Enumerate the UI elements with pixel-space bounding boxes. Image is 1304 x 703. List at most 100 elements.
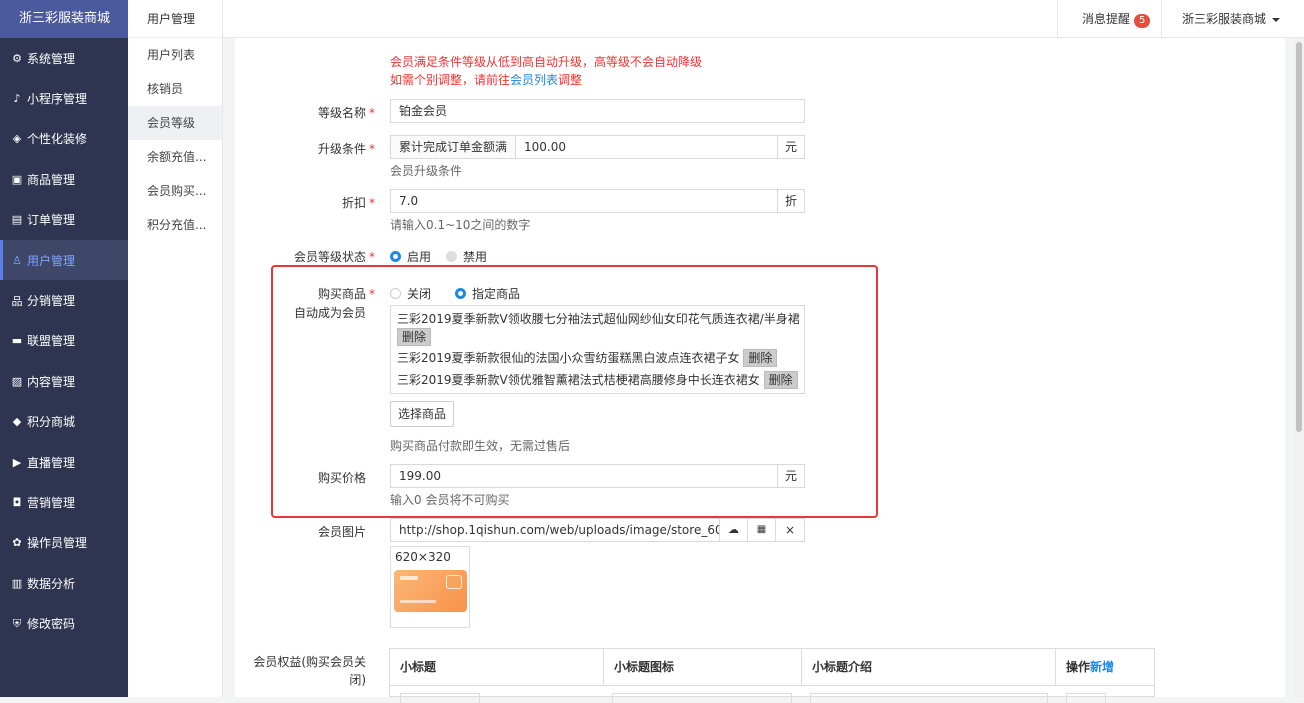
sidebar-item-label: 商品管理 <box>27 172 76 187</box>
sub-nav-item[interactable]: 核销员 <box>128 72 222 106</box>
sidebar-item-label: 小程序管理 <box>27 92 88 107</box>
chevron-down-icon <box>1272 17 1281 22</box>
price-unit: 元 <box>777 464 805 488</box>
shield-icon: ⛨ <box>12 616 22 630</box>
required-mark: * <box>369 196 375 210</box>
upgrade-amount-input[interactable]: 100.00 <box>515 135 778 159</box>
level-name-input[interactable]: 铂金会员 <box>390 99 805 123</box>
sidebar-item-label: 用户管理 <box>27 253 76 268</box>
price-help: 输入0 会员将不可购买 <box>390 493 510 507</box>
buy-off-label: 关闭 <box>407 287 432 301</box>
scrollbar-thumb[interactable] <box>1296 42 1302 432</box>
messages-dropdown[interactable]: 消息提醒 5 <box>1057 0 1161 60</box>
actions-label: 操作 <box>1066 660 1091 674</box>
messages-badge: 5 <box>1134 14 1151 28</box>
sidebar-item-label: 个性化装修 <box>27 132 88 147</box>
content-icon: ▨ <box>11 374 23 388</box>
image-label: 会员图片 <box>317 525 366 539</box>
sidebar-item[interactable]: 品分销管理 <box>0 280 128 320</box>
choose-product-button[interactable]: 选择商品 <box>390 401 454 427</box>
sidebar-item-label: 联盟管理 <box>27 334 76 349</box>
discount-unit: 折 <box>777 189 805 213</box>
product-name: 三彩2019夏季新款V领优雅智薰裙法式桔梗裙高腰修身中长连衣裙女 <box>397 373 760 387</box>
chart-icon: ▥ <box>11 576 23 590</box>
order-icon: ▤ <box>11 213 23 227</box>
sidebar-item-label: 分销管理 <box>27 294 76 309</box>
close-icon[interactable]: × <box>775 518 805 542</box>
sidebar-item-label: 操作员管理 <box>27 536 88 551</box>
sidebar-item[interactable]: ▬ 联盟管理 <box>0 321 128 361</box>
sidebar-item[interactable]: ⚙ 系统管理 <box>0 38 128 78</box>
sidebar: 浙三彩服装商城 ⚙ 系统管理 ♪ 小程序管理 ◈ 个性化装修 ▣ 商品管理 ▤ 订单管理 ♙ 用户管理… <box>0 0 128 697</box>
notice-line2: 如需个别调整，请前往会员列表调整 <box>390 71 582 88</box>
add-benefit-link[interactable]: 新增 <box>1090 660 1114 674</box>
scrollbar[interactable] <box>1294 38 1304 697</box>
image-preview: 620×320 <box>390 546 470 628</box>
col-subtitle-intro: 小标题介绍 <box>802 649 1056 685</box>
sub-nav-item[interactable]: 用户列表 <box>128 38 222 72</box>
col-actions: 操作新增 <box>1056 649 1156 685</box>
notice-prefix: 如需个别调整，请前往 <box>390 73 511 87</box>
sidebar-item[interactable]: ◈ 个性化装修 <box>0 119 128 159</box>
sidebar-item-label: 修改密码 <box>27 617 76 632</box>
sidebar-item[interactable]: ◆ 积分商城 <box>0 402 128 442</box>
image-url-input[interactable]: http://shop.1qishun.com/web/uploads/imag… <box>390 518 720 542</box>
sidebar-nav: ⚙ 系统管理 ♪ 小程序管理 ◈ 个性化装修 ▣ 商品管理 ▤ 订单管理 ♙ 用户管理品分销管理 ▬ 联盟… <box>0 38 128 644</box>
required-mark: * <box>369 250 375 264</box>
sidebar-item[interactable]: ◘ 营销管理 <box>0 482 128 522</box>
sidebar-item[interactable]: ⛨ 修改密码 <box>0 603 128 643</box>
cube-icon: ◆ <box>12 415 22 429</box>
sub-nav-item[interactable]: 余额充值... <box>128 140 222 174</box>
store-dropdown[interactable]: 浙三彩服装商城 <box>1161 0 1304 38</box>
sidebar-item[interactable]: ▨ 内容管理 <box>0 361 128 401</box>
brand-title[interactable]: 浙三彩服装商城 <box>0 0 128 38</box>
grid-icon[interactable]: ▦ <box>747 518 776 542</box>
sidebar-item-label: 系统管理 <box>27 51 76 66</box>
status-label: 会员等级状态 * <box>232 248 375 265</box>
price-label: 购买价格 <box>317 471 366 485</box>
sidebar-item-label: 营销管理 <box>27 495 76 510</box>
row-action-button[interactable] <box>1066 693 1106 703</box>
benefits-label-line2: 闭) <box>349 673 366 687</box>
status-enabled-radio[interactable]: 启用 <box>390 248 431 265</box>
image-size-label: 620×320 <box>395 550 451 564</box>
sidebar-item[interactable]: ▤ 订单管理 <box>0 200 128 240</box>
col-subtitle-icon: 小标题图标 <box>604 649 802 685</box>
benefits-table: 小标题 小标题图标 小标题介绍 操作新增 <box>389 648 1156 703</box>
status-disabled-radio[interactable]: 禁用 <box>446 248 487 265</box>
sub-nav-item[interactable]: 会员购买... <box>128 174 222 208</box>
upgrade-prefix: 累计完成订单金额满 <box>390 135 516 159</box>
discount-input[interactable]: 7.0 <box>390 189 778 213</box>
card-decoration <box>400 600 436 603</box>
icon-input[interactable] <box>612 693 792 703</box>
level-name-label-text: 等级名称 <box>317 106 366 120</box>
sub-nav-item[interactable]: 会员等级 <box>128 106 222 140</box>
buy-specified-radio[interactable]: 指定商品 <box>455 285 520 302</box>
sidebar-item[interactable]: ▥ 数据分析 <box>0 563 128 603</box>
cog-icon: ✿ <box>12 536 22 550</box>
product-name: 三彩2019夏季新款V领收腰七分袖法式超仙网纱仙女印花气质连衣裙/半身裙 <box>397 312 800 326</box>
play-icon: ▶ <box>12 455 22 469</box>
diamond-icon: ◈ <box>12 132 22 146</box>
product-item: 三彩2019夏季新款很仙的法国小众雪纺蛋糕黑白波点连衣裙子女 删除 <box>397 349 778 367</box>
buy-off-radio[interactable]: 关闭 <box>390 285 431 302</box>
member-list-link[interactable]: 会员列表 <box>510 73 558 87</box>
intro-input[interactable] <box>810 693 1048 703</box>
benefits-label: 会员权益(购买会员关 <box>253 655 366 669</box>
buy-product-label-line2: 自动成为会员 <box>293 306 366 320</box>
sidebar-item[interactable]: ▶ 直播管理 <box>0 442 128 482</box>
product-item: 三彩2019夏季新款V领优雅智薰裙法式桔梗裙高腰修身中长连衣裙女 删除 <box>397 371 798 389</box>
delete-button[interactable]: 删除 <box>397 328 432 346</box>
subtitle-input[interactable] <box>400 693 480 703</box>
box-icon: ▣ <box>11 172 23 186</box>
sub-nav-item[interactable]: 积分充值... <box>128 208 222 242</box>
sidebar-item[interactable]: ✿ 操作员管理 <box>0 523 128 563</box>
col-subtitle: 小标题 <box>390 649 604 685</box>
price-input[interactable]: 199.00 <box>390 464 778 488</box>
upload-cloud-icon[interactable]: ☁ <box>719 518 748 542</box>
delete-button[interactable]: 删除 <box>763 371 798 389</box>
sidebar-item[interactable]: ♪ 小程序管理 <box>0 78 128 118</box>
sidebar-item[interactable]: ♙ 用户管理 <box>0 239 128 281</box>
sidebar-item[interactable]: ▣ 商品管理 <box>0 159 128 199</box>
delete-button[interactable]: 删除 <box>743 349 778 367</box>
